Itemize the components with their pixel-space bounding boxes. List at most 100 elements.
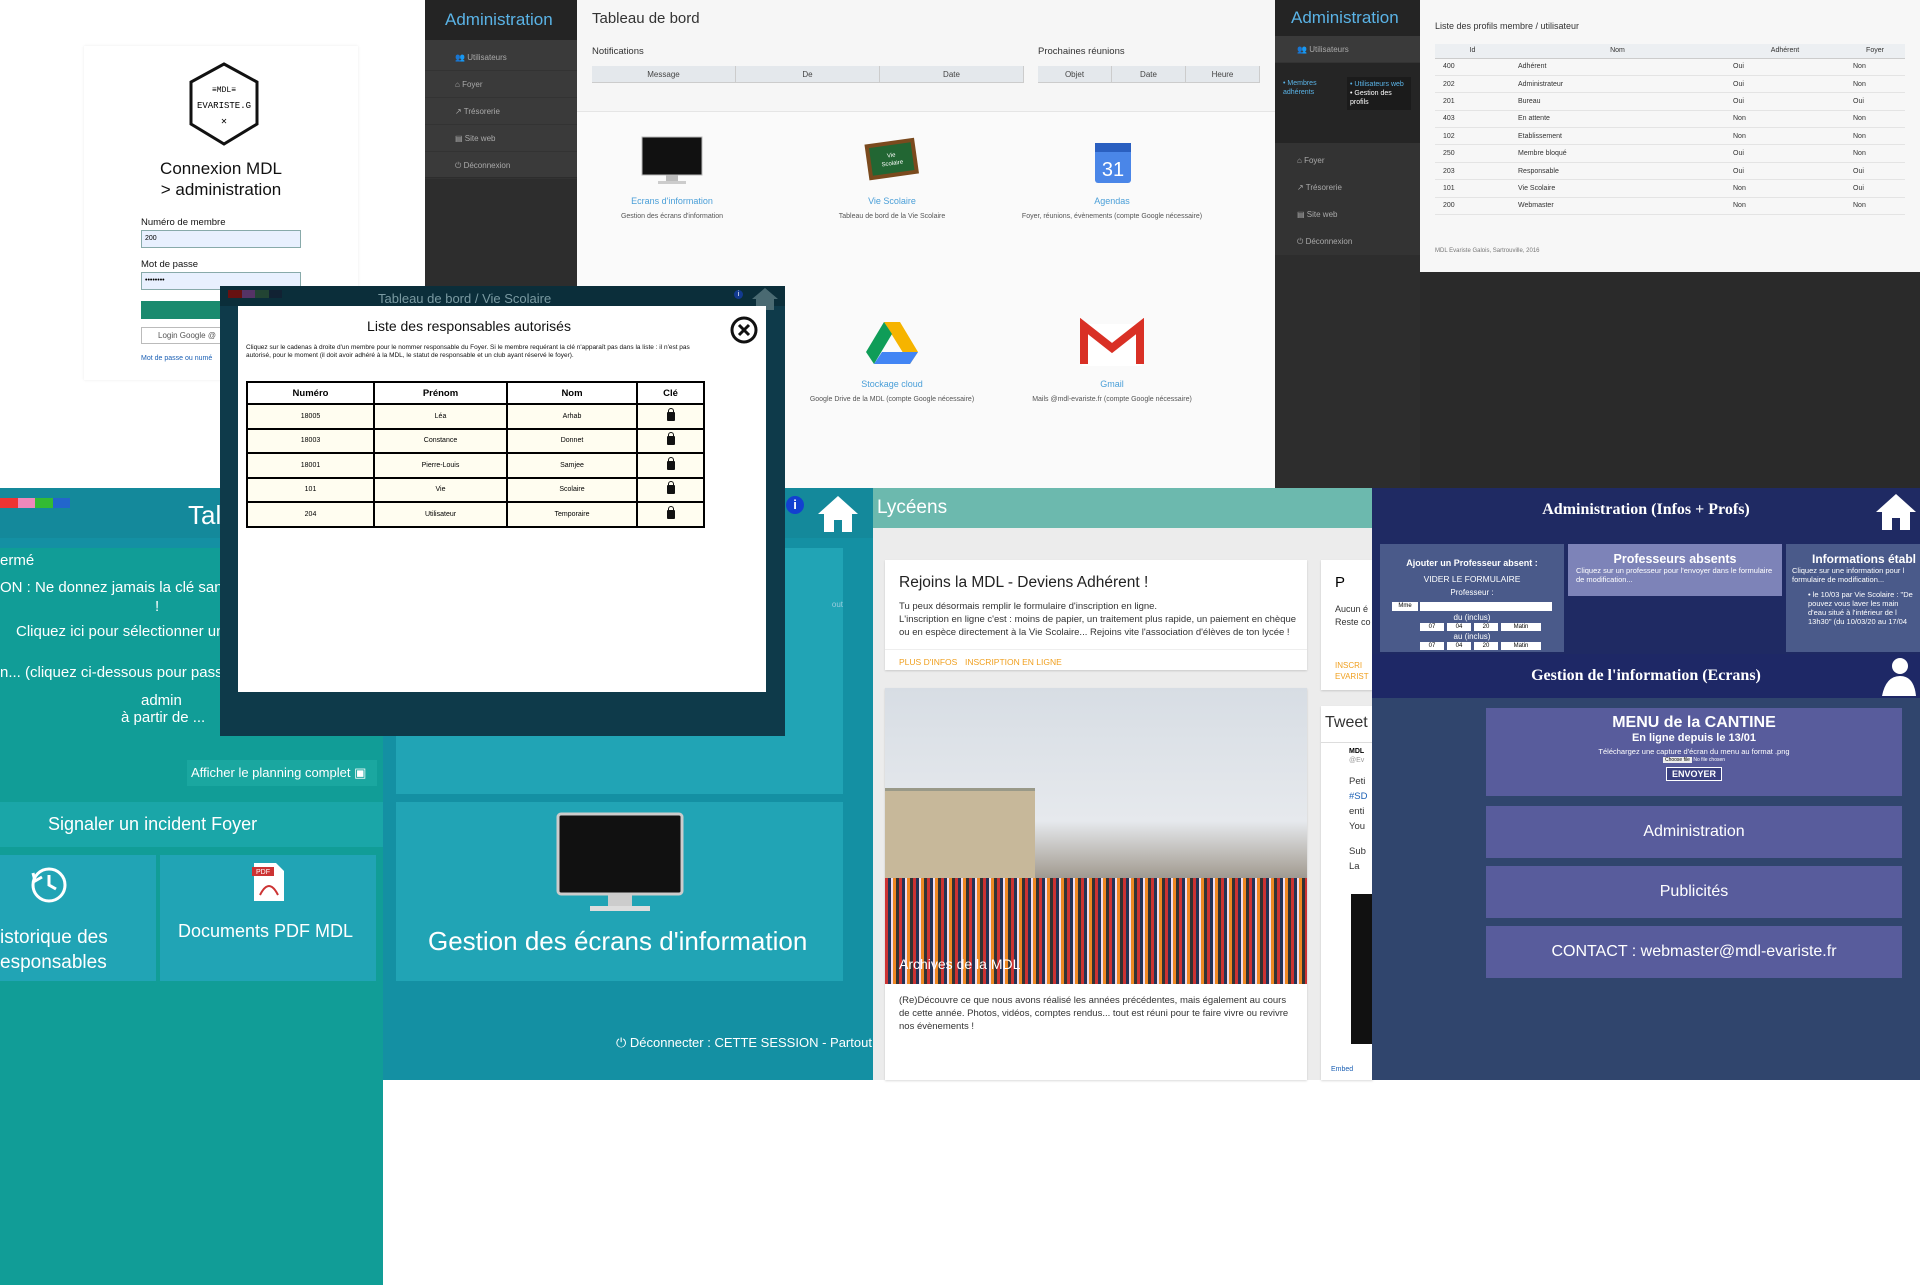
tile-drive[interactable]: Stockage cloud Google Drive de la MDL (c… [797, 318, 987, 405]
lock-icon[interactable] [666, 456, 675, 470]
admin2-nav-site[interactable]: ▤ Site web [1275, 201, 1420, 228]
home-icon[interactable] [1872, 490, 1920, 534]
admin-nav: 👥 Utilisateurs ⌂ Foyer ↗ Trésorerie ▤ Si… [425, 40, 577, 179]
prof-name-input[interactable] [1420, 602, 1552, 611]
to-month[interactable]: 04 [1447, 642, 1471, 650]
lyceens-page: Lycéens Rejoins la MDL - Deviens Adhéren… [873, 488, 1373, 1080]
close-icon[interactable] [730, 316, 758, 344]
admin2-nav-users[interactable]: 👥 Utilisateurs [1275, 36, 1420, 63]
info-item[interactable]: • le 10/03 par Vie Scolaire : "De pouvez… [1786, 584, 1920, 626]
logout-link[interactable]: ⏻ Déconnecter : CETTE SESSION - Partout [616, 1035, 872, 1051]
profile-row[interactable]: 200 Webmaster Non Non [1435, 197, 1905, 216]
tile-vie-scolaire[interactable]: Vie Scolaire Vie Scolaire Tableau de bord… [797, 135, 987, 222]
lock-cell[interactable] [636, 501, 705, 528]
from-day[interactable]: 07 [1420, 623, 1444, 631]
responsables-header-row: Numéro Prénom Nom Clé [246, 381, 705, 405]
vie-scolaire-overlay-window: Tableau de bord / Vie Scolaire i Liste d… [220, 286, 785, 736]
from-slot[interactable]: Matin [1501, 623, 1541, 631]
profile-row[interactable]: 400 Adhérent Oui Non [1435, 58, 1905, 76]
profile-row[interactable]: 203 Responsable Oui Oui [1435, 162, 1905, 181]
clear-form-button[interactable]: VIDER LE FORMULAIRE [1380, 574, 1564, 584]
planning-button[interactable]: Afficher le planning complet ▣ [187, 760, 377, 786]
calendar-day: 31 [1102, 159, 1124, 181]
nav-tresorerie[interactable]: ↗ Trésorerie [425, 98, 577, 125]
admin-brand[interactable]: Administration [425, 0, 577, 40]
admin2-nav-logout[interactable]: ⏻ Déconnexion [1275, 228, 1420, 255]
embed-link[interactable]: Embed [1331, 1066, 1353, 1073]
profile-row[interactable]: 101 Vie Scolaire Non Oui [1435, 179, 1905, 198]
file-picker[interactable]: Choose file No file chosen [1486, 757, 1902, 763]
forgot-link[interactable]: Mot de passe ou numé [141, 355, 212, 362]
nav-foyer[interactable]: ⌂ Foyer [425, 71, 577, 98]
nav-users[interactable]: 👥 Utilisateurs [425, 44, 577, 71]
admin2-nav-foyer[interactable]: ⌂ Foyer [1275, 147, 1420, 174]
meetings-header: Objet Date Heure [1038, 66, 1260, 83]
col-firstname: Prénom [373, 381, 508, 405]
tile-gmail[interactable]: Gmail Mails @mdl-evariste.fr (compte Goo… [1017, 317, 1207, 405]
send-button[interactable]: ENVOYER [1665, 767, 1722, 781]
admin-button[interactable]: Administration [1486, 806, 1902, 858]
globe-icon: ▤ [1297, 210, 1307, 219]
lock-cell[interactable] [636, 476, 705, 503]
member-number-input[interactable]: 200 [141, 230, 301, 248]
to-slot[interactable]: Matin [1501, 642, 1541, 650]
pubs-button[interactable]: Publicités [1486, 866, 1902, 918]
admin-infos-screen: Administration (Infos + Profs) Ajouter u… [1372, 488, 1920, 1080]
screens-button[interactable]: Gestion des écrans d'information [396, 802, 843, 981]
lock-icon[interactable] [666, 407, 675, 421]
to-year[interactable]: 20 [1474, 642, 1498, 650]
online-registration-link[interactable]: INSCRIPTION EN LIGNE [965, 657, 1062, 667]
nav-site-web[interactable]: ▤ Site web [425, 125, 577, 152]
profile-row[interactable]: 202 Administrateur Oui Non [1435, 75, 1905, 94]
canteen-menu-box: MENU de la CANTINE En ligne depuis le 13… [1486, 708, 1902, 796]
pdf-button[interactable]: PDF Documents PDF MDL [160, 855, 376, 981]
gmail-icon [1080, 317, 1144, 366]
lock-icon[interactable] [666, 481, 675, 495]
contact-button[interactable]: CONTACT : webmaster@mdl-evariste.fr [1486, 926, 1902, 978]
incident-button[interactable]: Signaler un incident Foyer [0, 802, 383, 847]
mdl-logo: ≡MDL≡ EVARISTE.G ✕ [189, 62, 259, 146]
absent-profs-box[interactable]: Professeurs absents Cliquez sur un profe… [1568, 544, 1782, 596]
home-icon[interactable] [814, 492, 862, 536]
col-id: Id [1435, 44, 1510, 59]
tweet-video[interactable] [1351, 894, 1373, 1044]
tile-screens[interactable]: Ecrans d'information Gestion des écrans … [577, 135, 767, 222]
info-icon[interactable]: i [786, 496, 804, 514]
subnav-members[interactable]: • Membres adhérents [1283, 79, 1341, 97]
admin2-nav-logout-label: Déconnexion [1305, 237, 1353, 246]
nav-logout[interactable]: ⏻ Déconnexion [425, 152, 577, 179]
admin2-nav-tresorerie[interactable]: ↗ Trésorerie [1275, 174, 1420, 201]
to-day[interactable]: 07 [1420, 642, 1444, 650]
info-box[interactable]: Informations établ Cliquez sur une infor… [1786, 544, 1920, 652]
lock-icon[interactable] [666, 432, 675, 446]
to-label: au (inclus) [1453, 632, 1491, 641]
admin2-brand[interactable]: Administration [1275, 0, 1420, 36]
profile-row[interactable]: 201 Bureau Oui Oui [1435, 92, 1905, 111]
tile-agendas[interactable]: 31 Agendas Foyer, réunions, évènements (… [1017, 135, 1207, 222]
tweet-author[interactable]: MDL [1349, 748, 1364, 755]
tile-gmail-title: Gmail [1100, 379, 1124, 389]
from-month[interactable]: 04 [1447, 623, 1471, 631]
subnav-profiles[interactable]: • Gestion des profils [1350, 89, 1408, 107]
power-icon: ⏻ [1297, 237, 1306, 246]
more-info-link[interactable]: PLUS D'INFOS [899, 657, 957, 667]
tweet-line: Sub [1349, 846, 1366, 857]
select-member-text[interactable]: Cliquez ici pour sélectionner un [16, 623, 224, 640]
profile-row[interactable]: 102 Etablissement Non Non [1435, 127, 1905, 146]
from-year[interactable]: 20 [1474, 623, 1498, 631]
archives-caption[interactable]: Archives de la MDL [899, 956, 1020, 972]
prof-select[interactable]: Mme [1392, 602, 1418, 611]
profile-row[interactable]: 403 En attente Non Non [1435, 110, 1905, 129]
info-icon[interactable]: i [734, 290, 743, 299]
history-button[interactable]: istorique des esponsables [0, 855, 156, 981]
lock-cell[interactable] [636, 452, 705, 479]
lock-cell[interactable] [636, 403, 705, 430]
choose-file-button[interactable]: Choose file [1662, 757, 1692, 763]
lock-cell[interactable] [636, 427, 705, 454]
lock-icon[interactable] [666, 505, 675, 519]
power-icon: ⏻ [616, 1035, 630, 1050]
subnav-web-users[interactable]: • Utilisateurs web [1350, 80, 1408, 89]
responsable-cell: 204 [246, 501, 375, 528]
profile-row[interactable]: 250 Membre bloqué Oui Non [1435, 144, 1905, 163]
side-links[interactable]: INSCRI EVARIST [1335, 660, 1371, 682]
